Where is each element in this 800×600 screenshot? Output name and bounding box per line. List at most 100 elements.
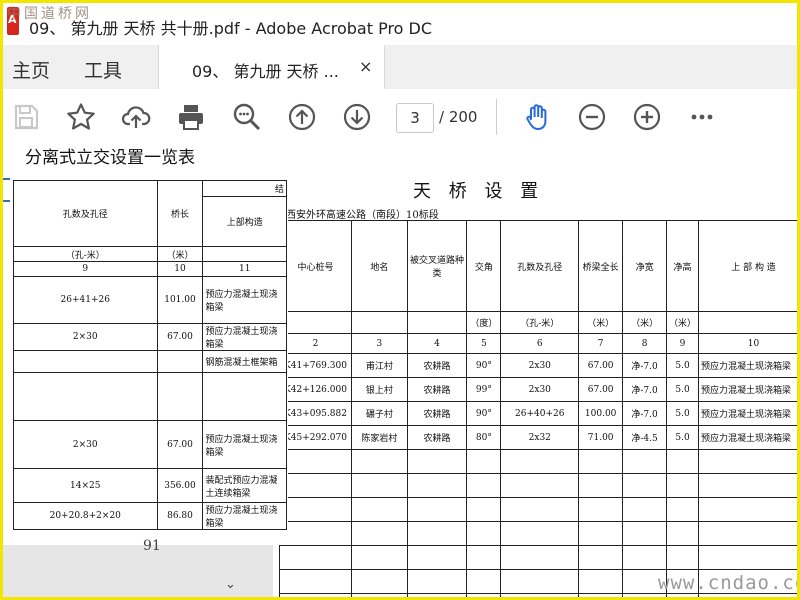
bridge-table: 中心桩号 地名 被交叉道路种类 交角 孔数及孔径 桥梁全长 净宽 净高 上 部 … — [279, 220, 797, 597]
cloud-upload-icon — [121, 106, 151, 128]
print-button[interactable] — [175, 101, 207, 133]
save-icon — [14, 104, 39, 130]
table-cell: 预应力混凝土现浇箱梁 — [202, 420, 287, 469]
document-view[interactable]: 天 桥 设 置 西安外环高速公路（南段）10标段 中心桩号 地名 被交叉道路种类… — [3, 145, 797, 597]
table-row: 2×30 67.00 预应力混凝土现浇箱梁 — [13, 420, 287, 469]
left-sheet-title: 分离式立交设置一览表 — [25, 148, 195, 168]
table-cell: 5.0 — [666, 425, 700, 450]
unit-cell — [202, 246, 287, 262]
table-cell — [156, 350, 204, 373]
table-row — [279, 545, 797, 570]
table-cell: 5.0 — [666, 377, 700, 402]
menu-home[interactable]: 主页 — [12, 56, 50, 83]
col-header: 孔数及孔径 — [500, 220, 580, 312]
hand-tool-button[interactable] — [521, 101, 553, 133]
col-header: 中心桩号 — [279, 220, 352, 312]
table-cell: K41+769.300 — [279, 353, 352, 378]
minus-circle-icon — [578, 103, 606, 131]
table-cell: 99° — [466, 377, 502, 402]
table-cell — [13, 372, 158, 421]
arrow-down-circle-icon — [343, 103, 371, 131]
interchange-table: 孔数及孔径 桥长 结 上部构造 （孔-米） （米） 9 10 11 26+41+… — [13, 180, 287, 530]
table-cell: 5.0 — [666, 353, 700, 378]
table-cell: 净-7.0 — [622, 401, 668, 426]
zoom-out-button[interactable] — [576, 101, 608, 133]
site-watermark-bottom: www.cndao.com — [658, 572, 797, 594]
col-header: 桥梁全长 — [578, 220, 624, 312]
table-cell: 5.0 — [666, 401, 700, 426]
col-header-group: 结 — [202, 180, 287, 197]
scroll-down-chevron-icon[interactable]: ⌄ — [225, 577, 236, 592]
save-button[interactable] — [10, 101, 42, 133]
col-header: 交角 — [466, 220, 502, 312]
page-total: / 200 — [439, 108, 478, 126]
table-cell: 101.00 — [156, 276, 204, 324]
table-cell — [156, 372, 204, 421]
col-header: 上 部 构 造 — [698, 220, 797, 312]
more-tools-button[interactable] — [686, 101, 718, 133]
unit-cell — [406, 311, 468, 334]
table-cell: 26+40+26 — [500, 401, 580, 426]
previous-page-button[interactable] — [286, 101, 318, 133]
table-row — [279, 473, 797, 498]
col-number: 4 — [406, 333, 468, 354]
table-cell: 预应力混凝土现浇箱梁 — [202, 502, 287, 530]
zoom-in-button[interactable] — [631, 101, 663, 133]
table-row: 20+20.8+2×20 86.80 预应力混凝土现浇箱梁 — [13, 502, 287, 530]
bookmark-button[interactable] — [65, 101, 97, 133]
table-cell: 农耕路 — [406, 401, 468, 426]
table-row: 2×30 67.00 预应力混凝土现浇箱梁 — [13, 323, 287, 351]
tab-row: 主页 工具 09、 第九册 天桥 ... × — [3, 45, 797, 90]
col-header: 净高 — [666, 220, 700, 312]
unit-cell — [350, 311, 408, 334]
table-cell: 装配式预应力混凝土连续箱梁 — [202, 468, 287, 503]
hand-icon — [526, 104, 547, 130]
table-row: 14×25 356.00 装配式预应力混凝土连续箱梁 — [13, 468, 287, 503]
col-number: 6 — [500, 333, 580, 354]
table-cell: 2×30 — [13, 323, 158, 351]
next-page-button[interactable] — [341, 101, 373, 133]
star-icon — [67, 103, 95, 130]
col-header: 被交叉道路种类 — [406, 220, 468, 312]
table-cell: 净-4.5 — [622, 425, 668, 450]
col-number: 11 — [202, 261, 287, 277]
search-button[interactable] — [231, 101, 263, 133]
toolbar-divider — [496, 99, 497, 135]
table-row — [13, 372, 287, 421]
document-tab[interactable]: 09、 第九册 天桥 ... × — [158, 45, 385, 90]
table-cell: 2x30 — [500, 377, 580, 402]
arrow-up-circle-icon — [288, 103, 316, 131]
table-row — [279, 521, 797, 546]
table-cell — [202, 372, 287, 421]
unit-cell — [279, 311, 352, 334]
printer-icon — [179, 105, 203, 130]
col-number: 5 — [466, 333, 502, 354]
table-row: K42+126.000 银上村 农耕路 99° 2x30 67.00 净-7.0 5.0 预应力… — [279, 377, 797, 402]
table-row: 26+41+26 101.00 预应力混凝土现浇箱梁 — [13, 276, 287, 324]
tab-close-button[interactable]: × — [359, 57, 372, 76]
table-cell: 14×25 — [13, 468, 158, 503]
table-cell: 2x32 — [500, 425, 580, 450]
table-cell: 90° — [466, 401, 502, 426]
table-cell: 净-7.0 — [622, 377, 668, 402]
page-number-input[interactable]: 3 — [396, 103, 434, 133]
table-cell: 356.00 — [156, 468, 204, 503]
table-row — [279, 497, 797, 522]
upload-button[interactable] — [120, 101, 152, 133]
table-cell: 67.00 — [578, 353, 624, 378]
col-number: 8 — [622, 333, 668, 354]
unit-cell: （孔-米） — [500, 311, 580, 334]
menu-tools[interactable]: 工具 — [84, 56, 122, 83]
table-cell: 90° — [466, 353, 502, 378]
table-cell: 100.00 — [578, 401, 624, 426]
document-tab-label: 09、 第九册 天桥 ... — [192, 62, 339, 81]
col-number: 2 — [279, 333, 352, 354]
col-header: 地名 — [350, 220, 408, 312]
table-cell: 预应力混凝土现浇箱梁 — [698, 425, 797, 450]
unit-cell — [698, 311, 797, 334]
col-header: 净宽 — [622, 220, 668, 312]
table-row: K43+095.882 碾子村 农耕路 90° 26+40+26 100.00 净-7.0 5… — [279, 401, 797, 426]
col-number: 3 — [350, 333, 408, 354]
title-bar: A 中国道桥网 09、 第九册 天桥 共十册.pdf - Adobe Acrob… — [3, 3, 797, 45]
col-header: 上部构造 — [202, 196, 287, 247]
